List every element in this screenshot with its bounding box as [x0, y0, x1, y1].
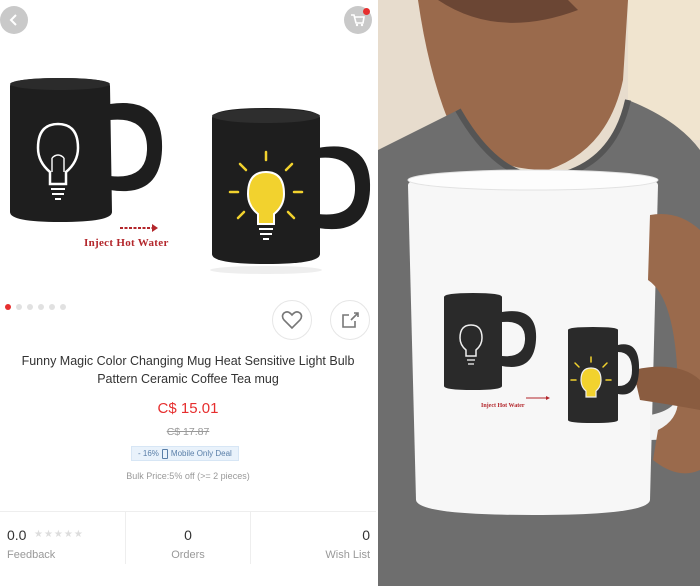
arrow-icon — [120, 224, 158, 232]
mug-hot-illustration — [212, 108, 371, 264]
cart-button[interactable] — [344, 6, 372, 34]
bulk-price-info: Bulk Price:5% off (>= 2 pieces) — [126, 471, 250, 481]
discount-label: - 16% — [138, 449, 159, 458]
share-icon — [342, 312, 359, 328]
gallery-pagination[interactable] — [5, 304, 66, 310]
wishlist-value: 0 — [362, 527, 371, 543]
wishlist-stat[interactable]: 0 Wish List — [250, 512, 376, 564]
gallery-dot[interactable] — [60, 304, 66, 310]
orders-label: Orders — [171, 549, 205, 561]
product-page: Inject Hot Water Funny Magic Color Chang… — [0, 0, 376, 586]
gallery-dot[interactable] — [27, 304, 33, 310]
gallery-dot[interactable] — [5, 304, 11, 310]
rating-stars: ★★★★★ — [34, 529, 84, 540]
mug-cold-illustration — [10, 78, 163, 222]
photo-illustration — [378, 0, 700, 586]
cart-icon — [351, 14, 365, 27]
cart-badge — [363, 8, 370, 15]
orders-stat[interactable]: 0 Orders — [124, 512, 251, 564]
product-image-gallery[interactable]: Inject Hot Water — [0, 0, 376, 300]
stats-bar: 0.0 ★★★★★ Feedback 0 Orders 0 Wish List — [0, 511, 376, 586]
heart-icon — [281, 311, 303, 330]
feedback-label: Feedback — [7, 549, 56, 561]
phone-icon — [161, 448, 168, 459]
deal-label: Mobile Only Deal — [170, 449, 232, 458]
gallery-dot[interactable] — [38, 304, 44, 310]
product-image — [10, 78, 371, 274]
mug-print-caption: Inject Hot Water — [481, 403, 525, 409]
mobile-deal-badge: - 16% Mobile Only Deal — [131, 446, 239, 461]
wishlist-button[interactable] — [272, 300, 312, 340]
product-title: Funny Magic Color Changing Mug Heat Sens… — [21, 354, 355, 386]
product-price: C$ 15.01 — [157, 400, 219, 417]
wishlist-label: Wish List — [325, 549, 371, 561]
orders-value: 0 — [184, 527, 192, 543]
back-button[interactable] — [0, 6, 28, 34]
feedback-stat[interactable]: 0.0 ★★★★★ Feedback — [0, 512, 125, 564]
image-caption: Inject Hot Water — [84, 237, 169, 249]
original-price: C$ 17.87 — [166, 426, 210, 438]
gallery-dot[interactable] — [49, 304, 55, 310]
customer-photo: Inject Hot Water — [378, 0, 700, 586]
feedback-value: 0.0 — [7, 527, 27, 543]
gallery-dot[interactable] — [16, 304, 22, 310]
share-button[interactable] — [330, 300, 370, 340]
chevron-left-icon — [9, 14, 17, 26]
